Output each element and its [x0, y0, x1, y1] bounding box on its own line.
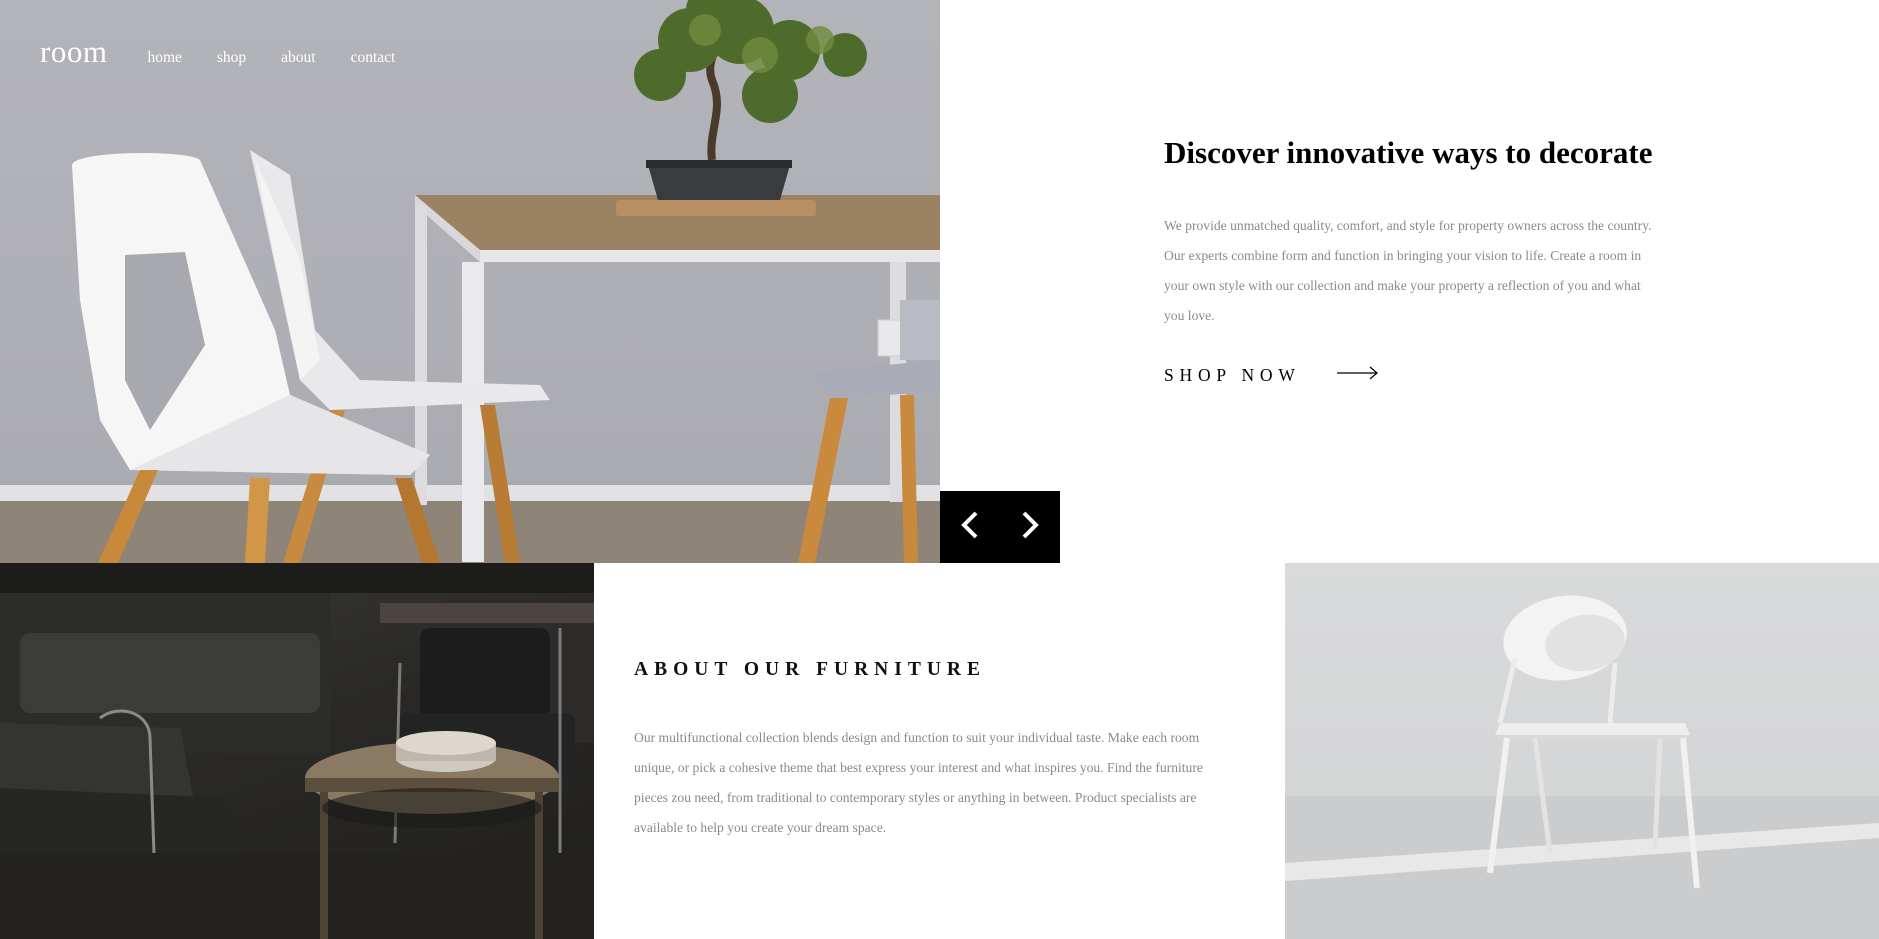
chevron-right-icon: [1020, 510, 1040, 545]
about-image-light: [1285, 563, 1879, 939]
nav-link-about[interactable]: about: [281, 49, 315, 67]
arrow-right-icon: [1336, 366, 1379, 385]
about-title: ABOUT OUR FURNITURE: [634, 659, 986, 680]
top-nav: room home shop about contact: [40, 34, 430, 70]
brand-logo[interactable]: room: [40, 34, 107, 70]
about-image-dark: [0, 563, 594, 939]
hero-title: Discover innovative ways to decorate: [1164, 135, 1653, 170]
nav-link-contact[interactable]: contact: [351, 49, 396, 67]
slider-controls: [940, 491, 1060, 563]
slider-prev-button[interactable]: [940, 491, 1000, 563]
hero-content: Discover innovative ways to decorate We …: [1164, 134, 1654, 386]
nav-link-shop[interactable]: shop: [217, 49, 246, 67]
about-section: ABOUT OUR FURNITURE Our multifunctional …: [594, 563, 1285, 939]
shop-now-button[interactable]: SHOP NOW: [1164, 365, 1654, 386]
hero-description: We provide unmatched quality, comfort, a…: [1164, 218, 1652, 323]
chevron-left-icon: [960, 510, 980, 545]
about-description: Our multifunctional collection blends de…: [634, 730, 1203, 835]
shop-now-label: SHOP NOW: [1164, 365, 1301, 385]
slider-next-button[interactable]: [1000, 491, 1060, 563]
hero-image: [0, 0, 940, 563]
nav-link-home[interactable]: home: [147, 49, 181, 67]
